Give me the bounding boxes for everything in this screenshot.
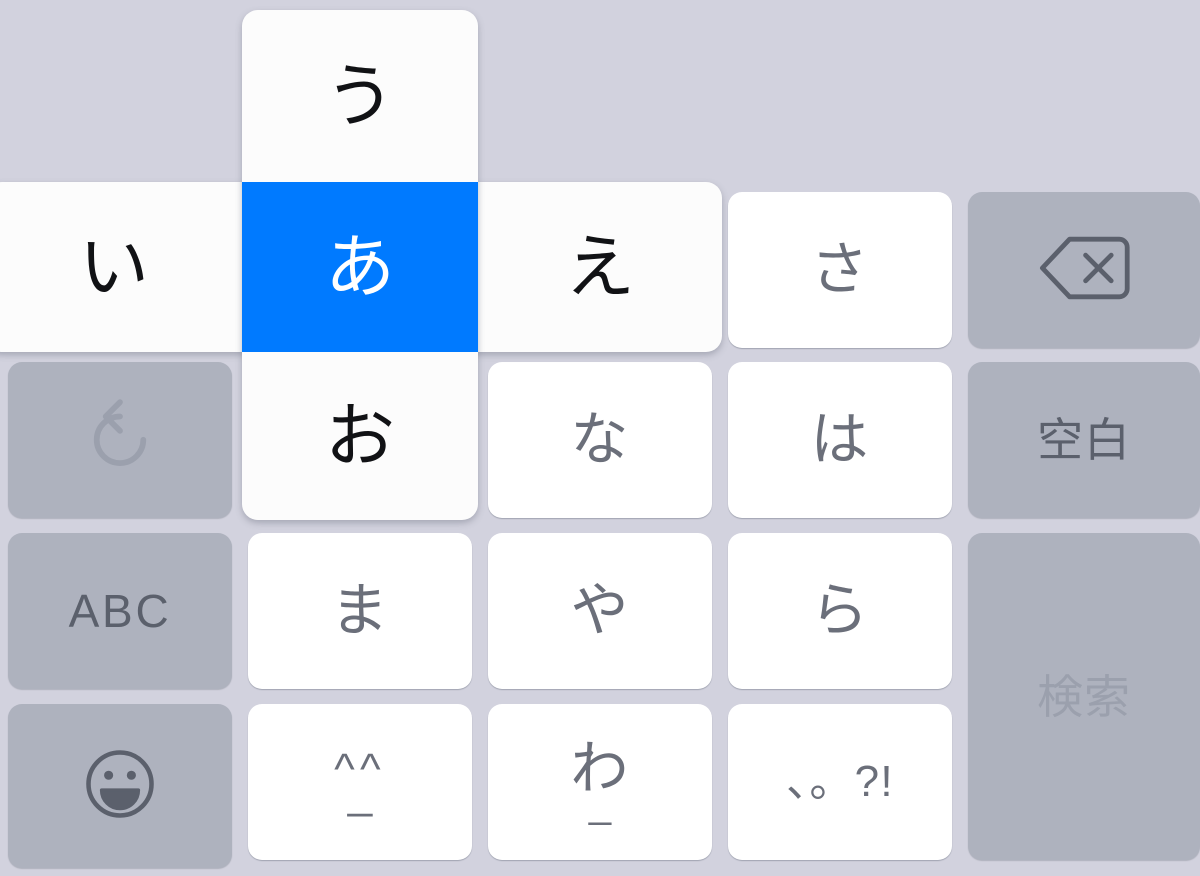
flick-option-up[interactable]: う [242, 10, 478, 182]
flick-option-up-label: う [325, 57, 395, 135]
flick-option-left[interactable]: い [0, 182, 242, 352]
flick-option-down-label: お [325, 397, 395, 475]
kana-key-ra-label: ら [810, 578, 870, 643]
delete-key[interactable] [968, 192, 1200, 348]
abc-key-label: ABC [68, 585, 172, 637]
kana-key-ha-label: は [810, 407, 870, 472]
kaomoji-key-label: ^^ _ [334, 748, 386, 816]
emoji-key[interactable] [8, 704, 232, 868]
abc-key[interactable]: ABC [8, 533, 232, 689]
undo-icon [77, 395, 163, 486]
kana-key-ma-label: ま [330, 578, 390, 643]
kana-key-ha[interactable]: は [728, 362, 952, 518]
punctuation-key-label: 、。?! [786, 757, 894, 806]
kana-key-sa-label: さ [810, 237, 870, 302]
flick-option-down[interactable]: お [242, 352, 478, 520]
kaomoji-bar: _ [347, 769, 373, 818]
flick-option-center-label: あ [325, 228, 395, 306]
kana-key-na[interactable]: な [488, 362, 712, 518]
punctuation-key[interactable]: 、。?! [728, 704, 952, 860]
flick-option-right-label: え [565, 228, 635, 306]
kana-key-sa[interactable]: さ [728, 192, 952, 348]
search-key-label: 検索 [1037, 670, 1131, 723]
kaomoji-key[interactable]: ^^ _ [248, 704, 472, 860]
smiley-face-icon [78, 742, 162, 831]
space-key-label: 空白 [1037, 414, 1131, 466]
kana-key-wa[interactable]: わ _ [488, 704, 712, 860]
space-key[interactable]: 空白 [968, 362, 1200, 518]
search-key[interactable]: 検索 [968, 533, 1200, 860]
kana-key-ya[interactable]: や [488, 533, 712, 689]
kana-key-ra[interactable]: ら [728, 533, 952, 689]
kana-key-na-label: な [570, 407, 630, 472]
kana-key-ya-label: や [570, 578, 630, 643]
flick-option-right[interactable]: え [478, 182, 722, 352]
japanese-flick-keyboard: ABC ま ^^ _ な や わ _ さ は ら 、。?! 空白 検索 う い … [0, 0, 1200, 876]
kana-key-ma[interactable]: ま [248, 533, 472, 689]
backspace-icon [1036, 232, 1132, 309]
kana-key-wa-label: わ _ [570, 740, 629, 826]
flick-option-center[interactable]: あ [242, 182, 478, 352]
undo-key[interactable] [8, 362, 232, 518]
kana-key-wa-underscore: _ [588, 782, 612, 826]
flick-option-left-label: い [79, 228, 149, 306]
